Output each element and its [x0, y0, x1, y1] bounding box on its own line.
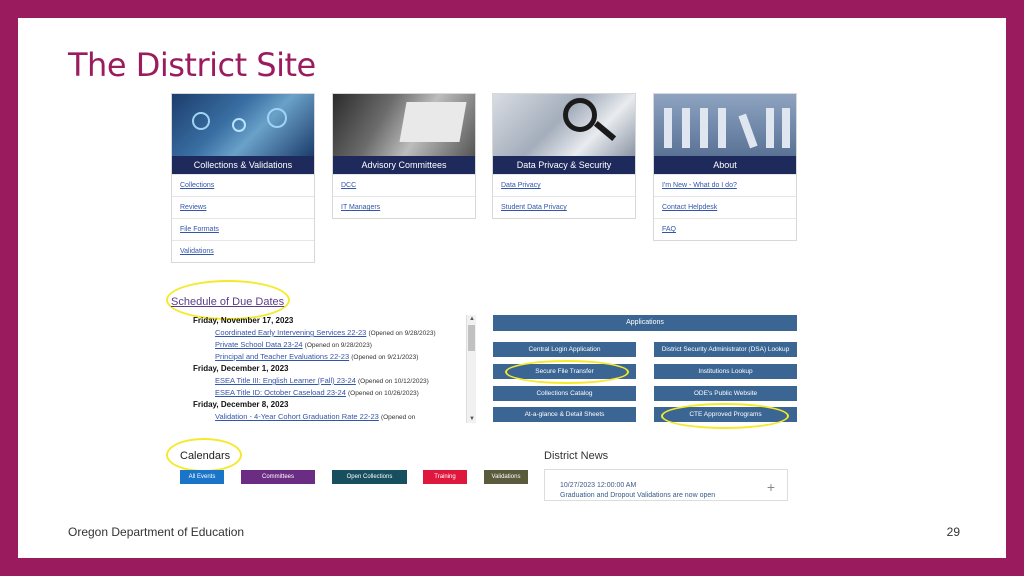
news-date: 10/27/2023 12:00:00 AM [560, 482, 637, 489]
card-advisory-committees: Advisory Committees DCC IT Managers [332, 93, 476, 219]
link-reviews[interactable]: Reviews [172, 196, 314, 218]
slide-title: The District Site [68, 46, 316, 84]
validations-button[interactable]: Validations [484, 470, 528, 484]
highlight-oval [661, 403, 789, 429]
footer-organization: Oregon Department of Education [68, 525, 245, 539]
schedule-item: ESEA Title III: English Learner (Fall) 2… [215, 375, 476, 387]
schedule-item-link[interactable]: Private School Data 23-24 [215, 340, 303, 349]
link-contact-helpdesk[interactable]: Contact Helpdesk [654, 196, 796, 218]
institutions-lookup-button[interactable]: Institutions Lookup [654, 364, 797, 379]
schedule-of-due-dates-link[interactable]: Schedule of Due Dates [171, 296, 284, 308]
schedule-item: Private School Data 23-24 (Opened on 9/2… [215, 339, 476, 351]
schedule-item-link[interactable]: Validation - 4-Year Cohort Graduation Ra… [215, 412, 379, 421]
calendars-title: Calendars [180, 450, 231, 462]
card-data-privacy-security: Data Privacy & Security Data Privacy Stu… [492, 93, 636, 219]
link-file-formats[interactable]: File Formats [172, 218, 314, 240]
link-student-data-privacy[interactable]: Student Data Privacy [493, 196, 635, 218]
schedule-item: Validation - 4-Year Cohort Graduation Ra… [215, 411, 476, 423]
schedule-item-note: (Opened on 10/12/2023) [358, 378, 429, 385]
card-heading[interactable]: Data Privacy & Security [493, 156, 635, 174]
schedule-item-note: (Opened on 9/28/2023) [304, 342, 372, 349]
schedule-item-link[interactable]: ESEA Title III: English Learner (Fall) 2… [215, 376, 356, 385]
card-heading[interactable]: Advisory Committees [333, 156, 475, 174]
link-dcc[interactable]: DCC [333, 174, 475, 196]
district-news-title: District News [544, 450, 609, 462]
training-button[interactable]: Training [423, 470, 467, 484]
schedule-item-link[interactable]: Principal and Teacher Evaluations 22-23 [215, 352, 349, 361]
card-about: About I'm New - What do I do? Contact He… [653, 93, 797, 241]
slide: The District Site Collections & Validati… [18, 18, 1006, 558]
card-image-collections [172, 94, 314, 156]
scroll-down-arrow-icon[interactable]: ▼ [469, 416, 475, 422]
open-collections-button[interactable]: Open Collections [332, 470, 407, 484]
at-a-glance-button[interactable]: At-a-glance & Detail Sheets [493, 407, 636, 422]
link-it-managers[interactable]: IT Managers [333, 196, 475, 218]
scroll-thumb[interactable] [468, 325, 475, 351]
schedule-item-link[interactable]: ESEA Title ID: October Caseload 23-24 [215, 388, 346, 397]
card-image-advisory [333, 94, 475, 156]
link-im-new[interactable]: I'm New - What do I do? [654, 174, 796, 196]
schedule-date: Friday, December 8, 2023 [193, 400, 289, 409]
schedule-item: Principal and Teacher Evaluations 22-23 … [215, 351, 476, 363]
applications-header: Applications [493, 315, 797, 331]
central-login-button[interactable]: Central Login Application [493, 342, 636, 357]
schedule-item-note: (Opened on 10/26/2023) [348, 390, 419, 397]
schedule-list[interactable]: Friday, November 17, 2023 Coordinated Ea… [183, 315, 476, 423]
schedule-scrollbar[interactable]: ▲ ▼ [466, 315, 476, 423]
link-collections[interactable]: Collections [172, 174, 314, 196]
schedule-date: Friday, December 1, 2023 [193, 364, 289, 373]
link-validations[interactable]: Validations [172, 240, 314, 262]
card-heading[interactable]: Collections & Validations [172, 156, 314, 174]
card-collections-validations: Collections & Validations Collections Re… [171, 93, 315, 263]
schedule-item-note: (Opened on 9/21/2023) [351, 354, 419, 361]
card-image-people [654, 94, 796, 156]
link-data-privacy[interactable]: Data Privacy [493, 174, 635, 196]
schedule-item: Coordinated Early Intervening Services 2… [215, 327, 476, 339]
schedule-item-note: (Opened on 9/28/2023) [368, 330, 436, 337]
page-number: 29 [946, 525, 960, 539]
plus-icon[interactable]: + [767, 480, 775, 494]
news-item[interactable]: 10/27/2023 12:00:00 AM Graduation and Dr… [544, 469, 788, 501]
card-heading[interactable]: About [654, 156, 796, 174]
schedule-item: ESEA Title ID: October Caseload 23-24 (O… [215, 387, 476, 399]
news-headline[interactable]: Graduation and Dropout Validations are n… [560, 492, 715, 499]
all-events-button[interactable]: All Events [180, 470, 224, 484]
scroll-up-arrow-icon[interactable]: ▲ [469, 316, 475, 322]
schedule-item-note: (Opened on [380, 414, 416, 421]
schedule-item-link[interactable]: Coordinated Early Intervening Services 2… [215, 328, 366, 337]
committees-button[interactable]: Committees [241, 470, 315, 484]
ode-public-website-button[interactable]: ODE's Public Website [654, 386, 797, 401]
highlight-oval [505, 360, 629, 384]
dsa-lookup-button[interactable]: District Security Administrator (DSA) Lo… [654, 342, 797, 357]
card-image-magnifier [493, 94, 635, 156]
collections-catalog-button[interactable]: Collections Catalog [493, 386, 636, 401]
schedule-date: Friday, November 17, 2023 [193, 316, 294, 325]
link-faq[interactable]: FAQ [654, 218, 796, 240]
